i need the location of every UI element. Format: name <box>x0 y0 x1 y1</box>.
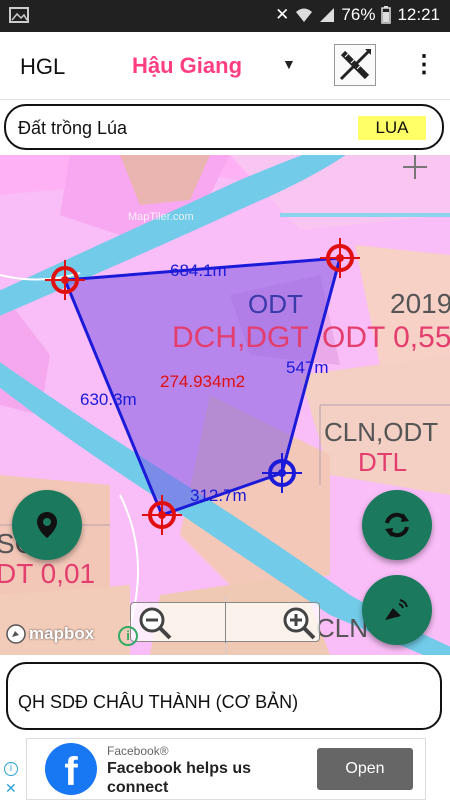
map-watermark: MapTiler.com <box>128 211 194 223</box>
layer-selector[interactable]: QH SDĐ CHÂU THÀNH (CƠ BẢN) <box>6 662 442 730</box>
ad-banner[interactable]: f Facebook® Facebook helps us connect Op… <box>26 738 426 800</box>
map-label-dtl: DTL <box>358 447 407 477</box>
signal-icon <box>320 8 335 22</box>
wifi-icon <box>296 8 313 22</box>
map-label-odt: ODT <box>248 289 303 319</box>
adchoices-icon[interactable]: i ✕ <box>0 760 22 800</box>
refresh-icon[interactable] <box>362 490 432 560</box>
status-bar: ✕ 76% 12:21 <box>0 0 450 32</box>
map-label-cln: CLN <box>316 613 368 643</box>
measure-left: 630.3m <box>80 390 137 409</box>
mute-icon: ✕ <box>275 5 290 24</box>
image-notification-icon <box>9 7 29 23</box>
zoom-in-icon[interactable] <box>281 605 317 646</box>
province-selector[interactable]: Hậu Giang <box>132 53 242 79</box>
measure-right: 547m <box>286 358 329 377</box>
mapbox-attribution: mapbox <box>29 624 95 643</box>
zoom-control <box>130 602 320 643</box>
location-pin-icon[interactable] <box>12 490 82 560</box>
layer-name: QH SDĐ CHÂU THÀNH (CƠ BẢN) <box>18 692 299 712</box>
mapbox-logo[interactable]: mapbox <box>6 624 94 644</box>
battery-icon <box>381 6 392 24</box>
more-vert-icon[interactable]: ⋮ <box>412 50 436 79</box>
measure-top: 684.1m <box>170 261 227 280</box>
zoom-divider <box>225 603 226 643</box>
map-label-dch: DCH,DGT <box>172 321 309 354</box>
facebook-logo-icon: f <box>45 743 97 795</box>
satellite-dish-icon[interactable] <box>362 575 432 645</box>
clock: 12:21 <box>397 5 440 24</box>
app-bar: HGL Hậu Giang ▼ ⋮ <box>0 32 450 100</box>
triangle-down-icon[interactable]: ▼ <box>282 56 296 72</box>
ad-headline: Facebook helps us connect <box>107 760 252 796</box>
app-title: HGL <box>20 54 66 79</box>
map-label-cln-odt: CLN,ODT <box>324 417 438 447</box>
measure-bottom: 312.7m <box>190 486 247 505</box>
map-label-odt055: ODT 0,55 <box>322 321 450 354</box>
ad-brand: Facebook® <box>107 744 169 758</box>
map-label-odt001: DT 0,01 <box>0 558 95 589</box>
ruler-pencil-icon[interactable] <box>334 44 376 86</box>
notification-icons <box>8 6 32 31</box>
measure-area: 274.934m2 <box>160 372 245 391</box>
land-type-name: Đất trồng Lúa <box>18 118 128 138</box>
land-type-bar[interactable]: Đất trồng Lúa LUA <box>4 104 444 150</box>
battery-text: 76% <box>341 5 376 24</box>
mapbox-mark-icon <box>6 624 26 644</box>
info-icon[interactable]: i <box>118 626 138 646</box>
land-type-code: LUA <box>358 116 426 140</box>
map-label-year: 2019 <box>390 288 450 319</box>
layer-panel: QH SDĐ CHÂU THÀNH (CƠ BẢN) <box>0 655 450 735</box>
ad-open-button[interactable]: Open <box>317 748 413 790</box>
zoom-out-icon[interactable] <box>137 605 173 646</box>
system-status: ✕ 76% 12:21 <box>275 5 440 25</box>
